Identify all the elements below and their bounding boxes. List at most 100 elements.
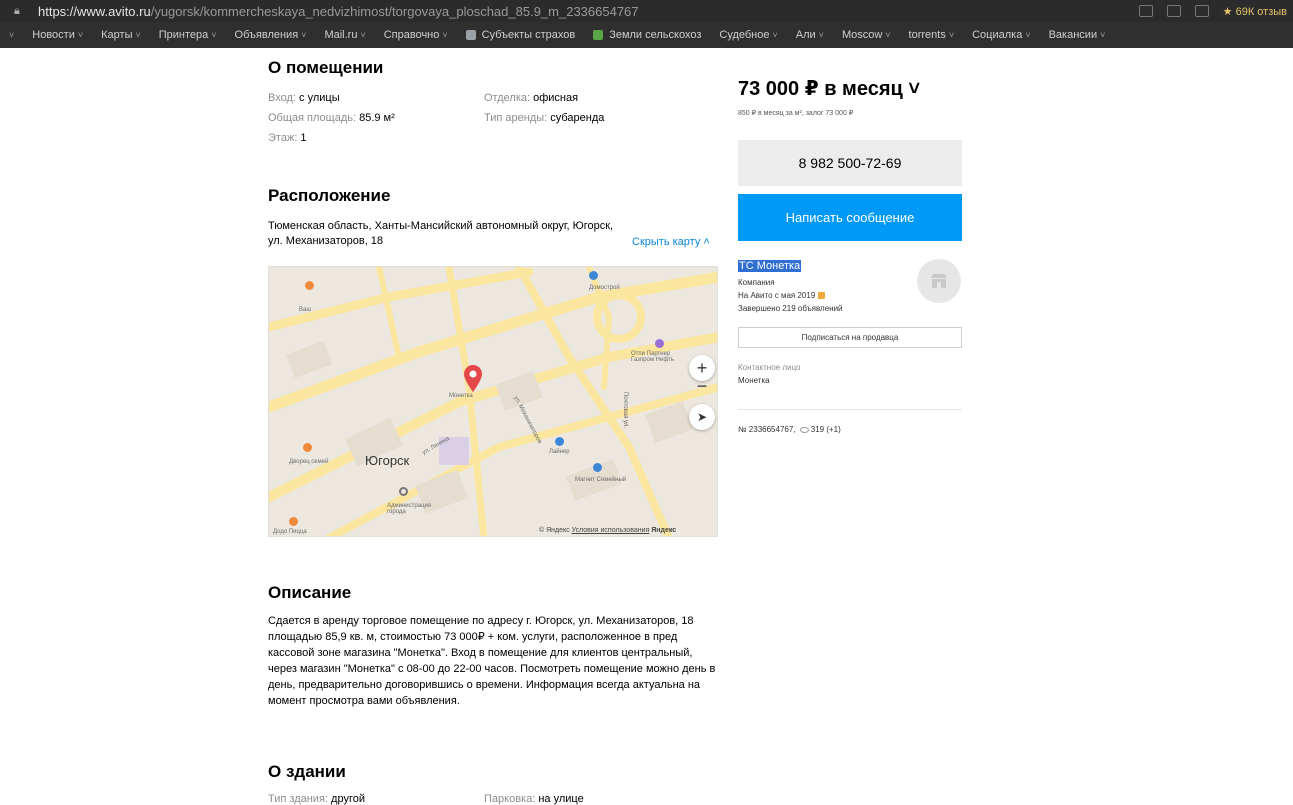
chevron-down-icon: ˅ [301,30,307,40]
reviews-badge[interactable]: ★ 69К отзыв [1223,5,1287,18]
map-poi-dodo: Додо Пицца [273,529,307,535]
badge-icon [818,292,826,300]
map-poi-domostroy: Домострой [589,285,620,291]
map-terms-link[interactable]: Условия использования [572,527,650,534]
bookmark-item[interactable]: Али ˅ [787,29,833,41]
venue-pin-icon[interactable] [303,443,312,452]
bookmark-item[interactable]: Карты ˅ [92,29,150,41]
government-pin-icon[interactable] [399,487,408,496]
bookmark-label: Объявления [234,29,299,41]
browser-url-bar[interactable]: 🔒︎ https://www.avito.ru/yugorsk/kommerch… [0,0,1293,22]
price-details: 850 ₽ в месяц за м², залог 73 000 ₽ [738,110,854,117]
chevron-down-icon: ˅ [885,30,891,40]
param-entrance: Вход: с улицы [268,92,340,104]
cafe-pin-icon[interactable] [305,281,314,290]
map-poi-laiter: Лайнер [549,449,570,455]
chevron-down-icon: ˅ [772,30,778,40]
bookmark-item[interactable]: Вакансии ˅ [1040,29,1115,41]
shop-pin-icon[interactable] [593,463,602,472]
write-message-button[interactable]: Написать сообщение [738,194,962,241]
contact-person-label: Контактное лицо [738,363,801,372]
param-building-type: Тип здания: другой [268,793,365,805]
shop-pin-icon[interactable] [555,437,564,446]
subscribe-seller-button[interactable]: Подписаться на продавца [738,327,962,348]
map-poi-monetka: Монетка [449,393,473,399]
yandex-map[interactable]: Югорск Ваш Домострой Отпи Партнер Газпро… [268,266,718,537]
map-footer: © Яндекс Условия использования Яндекс [539,527,677,534]
bookmark-item[interactable]: Новости ˅ [23,29,92,41]
location-pin-icon[interactable] [463,365,483,393]
favicon-icon [593,30,604,40]
chevron-down-icon: ˅ [135,30,141,40]
chevron-down-icon: ˅ [77,30,84,40]
bookmark-label: Карты [101,29,133,41]
show-phone-button[interactable]: 8 982 500-72-69 [738,140,962,186]
extension-icon[interactable] [1194,5,1209,17]
seller-since: На Авито с мая 2019 [738,291,826,300]
reader-mode-icon[interactable] [1138,5,1153,17]
param-finish: Отделка: офисная [484,92,579,104]
address-bar[interactable]: https://www.avito.ru/yugorsk/kommerchesk… [38,4,639,19]
map-roads [269,267,717,536]
param-lease: Тип аренды: субаренда [484,112,605,124]
geolocation-button[interactable]: ➤ [689,404,715,430]
chevron-down-icon: ˅ [1025,30,1031,40]
hide-map-link[interactable]: Скрыть карту ˄ [632,236,710,248]
param-area: Общая площадь: 85.9 м² [268,112,395,124]
gas-station-pin-icon[interactable] [655,339,664,348]
seller-completed-link[interactable]: Завершено 219 объявлений [738,304,843,313]
sidebar-divider [738,409,962,410]
price-heading[interactable]: 73 000 ₽ в месяц ˅ [738,76,920,101]
seller-avatar[interactable] [917,259,961,303]
building-title: О здании [268,762,346,781]
seller-name-link[interactable]: ТС Монетка [738,260,802,272]
ad-meta: № 2336654767, 319 (+1) [738,425,841,434]
bookmark-label: Новости [32,29,75,41]
address: Тюменская область, Ханты-Мансийский авто… [268,220,614,247]
map-poi-magnit: Магнит Семейный [575,477,627,483]
favicon-icon [465,30,476,40]
bookmark-item[interactable]: torrents ˅ [900,29,964,41]
description-text: Сдается в аренду торговое помещение по а… [268,615,716,707]
shop-pin-icon[interactable] [589,271,598,280]
chevron-down-icon: ˅ [211,30,217,40]
eye-icon [799,426,809,433]
bookmark-item[interactable]: Объявления ˅ [226,29,316,41]
bookmark-item[interactable]: Судебное ˅ [710,29,786,41]
description-title: Описание [268,583,352,602]
param-parking: Парковка: на улице [484,793,584,805]
map-street-pochtovaya: Почтовая ул. [622,391,629,429]
chevron-down-icon: ˅ [948,30,955,40]
bookmark-item[interactable]: Mail.ru ˅ [315,29,374,41]
chevron-down-icon: ˅ [818,30,824,40]
bookmark-label: Али [795,29,816,41]
bookmark-item[interactable]: Социалка ˅ [963,29,1039,41]
bookmark-item[interactable]: Земли сельскохоз [584,29,710,41]
chevron-down-icon: ˅ [360,30,366,40]
bookmark-label: Вакансии [1048,29,1098,41]
bookmarks-bar: ˅ Новости ˅ Карты ˅ Принтера ˅ Объявления ˅ Mail… [0,22,1293,48]
bookmark-label: Mail.ru [324,29,358,41]
location-title: Расположение [268,186,391,205]
bookmark-item[interactable]: Справочно ˅ [375,29,457,41]
zoom-out-button[interactable]: − [689,373,715,399]
premises-title: О помещении [268,58,384,77]
param-floor: Этаж: 1 [268,132,307,144]
bookmark-item[interactable]: Moscow ˅ [833,29,900,41]
navigation-arrow-icon: ➤ [696,410,708,424]
map-poi-dvorets: Дворец семей [289,459,329,465]
bookmark-label: Субъекты страхов [481,29,576,41]
bookmark-label: Социалка [972,29,1023,41]
lock-icon: 🔒︎ [14,4,20,17]
chevron-down-icon: ˅ [442,30,448,40]
bookmark-label: Судебное [719,29,770,41]
chevron-down-icon: ˅ [1100,30,1106,40]
chat-icon[interactable] [1166,5,1181,17]
bookmark-item[interactable]: Субъекты страхов [457,29,585,41]
bookmarks-overflow-chevron-icon[interactable]: ˅ [0,30,23,40]
bookmark-label: Справочно [383,29,440,41]
bookmark-label: Земли сельскохоз [609,29,702,41]
pizza-pin-icon[interactable] [289,517,298,526]
map-city-label: Югорск [365,453,410,468]
bookmark-item[interactable]: Принтера ˅ [150,29,226,41]
